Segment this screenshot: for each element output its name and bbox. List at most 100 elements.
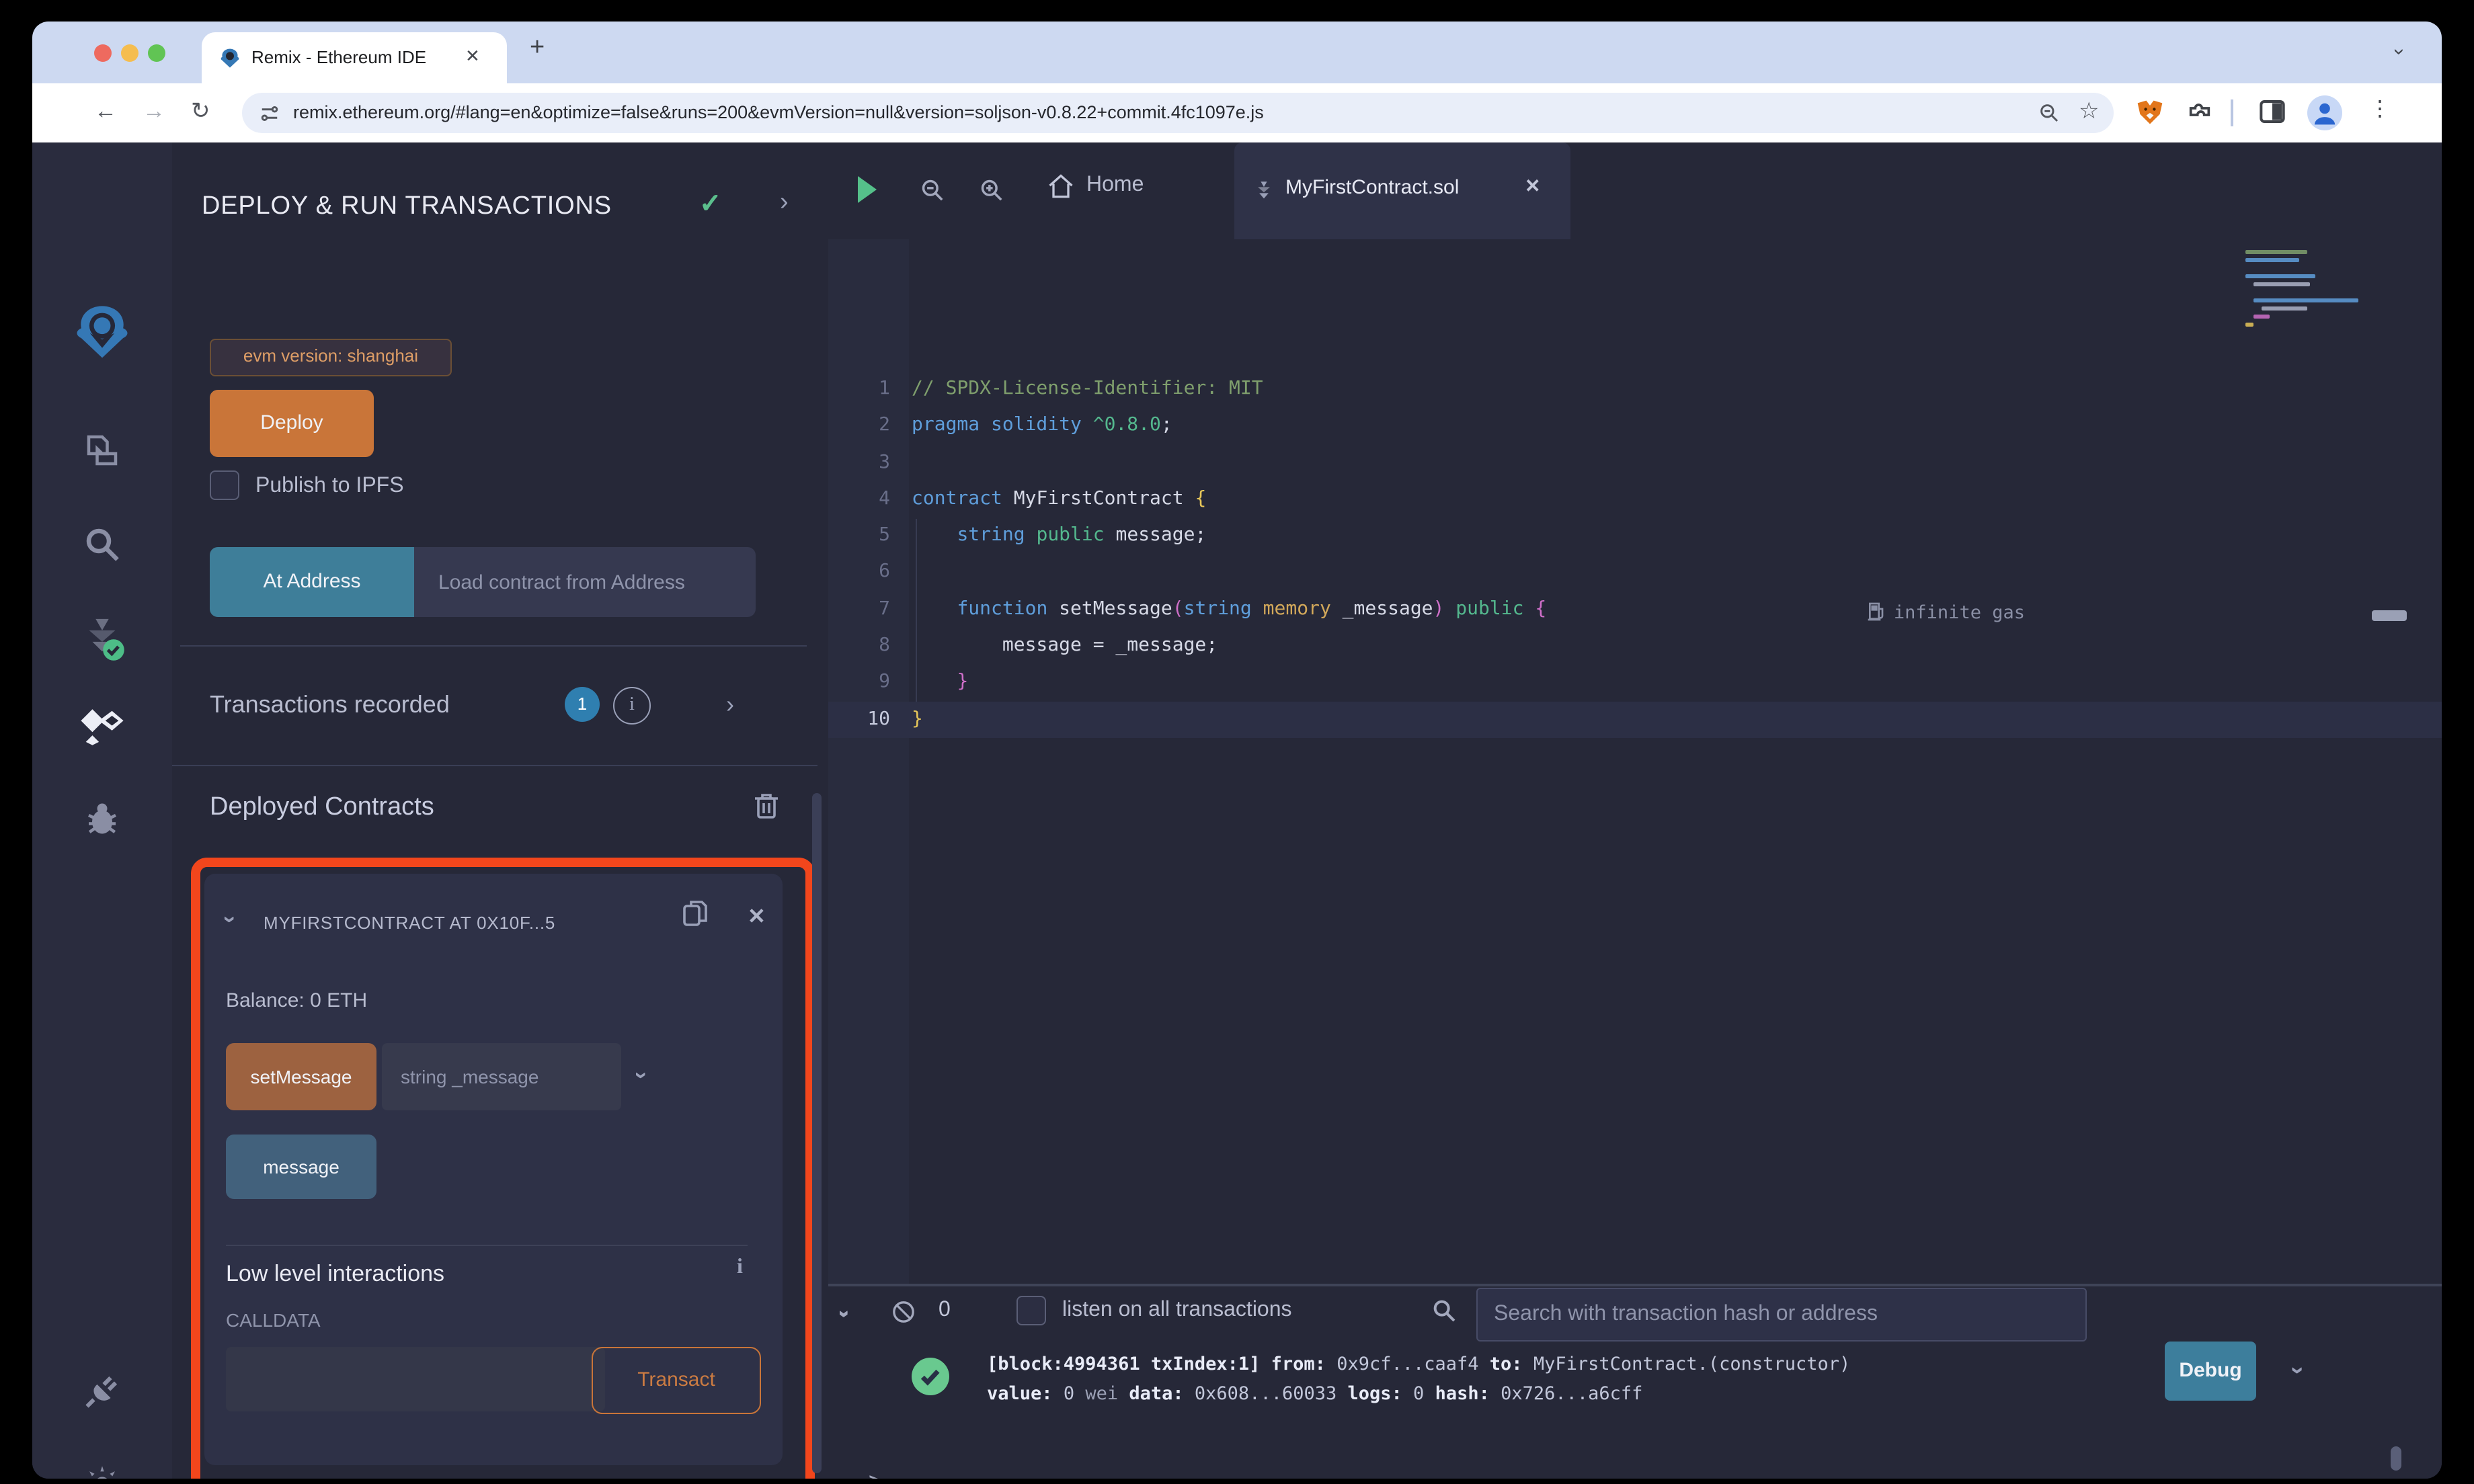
deploy-button[interactable]: Deploy	[210, 390, 374, 457]
set-message-param-input[interactable]	[382, 1043, 621, 1110]
remix-logo-icon[interactable]	[71, 301, 133, 360]
terminal: ›› 0 listen on all transactions [block:4…	[828, 1284, 2442, 1479]
tx-log[interactable]: [block:4994361 txIndex:1] from: 0x9cf...…	[987, 1350, 1850, 1409]
line-number: 2	[879, 414, 890, 436]
gas-annotation-text: infinite gas	[1893, 602, 2025, 624]
terminal-search-icon	[1433, 1300, 1455, 1322]
close-window-button[interactable]	[94, 44, 112, 62]
zoom-icon[interactable]	[2038, 102, 2060, 124]
toolbar-divider	[2231, 99, 2233, 126]
file-explorer-icon[interactable]	[82, 430, 122, 470]
browser-tab[interactable]: Remix - Ethereum IDE ✕	[202, 32, 507, 83]
at-address-button[interactable]: At Address	[210, 547, 414, 617]
extensions-puzzle-icon[interactable]	[2186, 98, 2213, 125]
panel-scrollbar[interactable]	[812, 793, 822, 1473]
settings-gear-icon[interactable]	[81, 1462, 124, 1479]
remove-contract-close-icon[interactable]: ✕	[748, 903, 766, 930]
set-message-function-button[interactable]: setMessage	[226, 1043, 376, 1110]
low-level-info-icon[interactable]: i	[737, 1255, 743, 1280]
forward-icon[interactable]: →	[143, 98, 165, 125]
search-icon[interactable]	[82, 524, 122, 565]
editor-scrollbar-thumb[interactable]	[2372, 610, 2407, 621]
at-address-input[interactable]	[414, 547, 756, 617]
minimize-window-button[interactable]	[121, 44, 138, 62]
file-tab-close-icon[interactable]: ✕	[1525, 175, 1540, 198]
tx-log-line1: [block:4994361 txIndex:1] from: 0x9cf...…	[987, 1354, 1851, 1375]
gas-pump-icon	[1868, 602, 1884, 621]
debugger-icon[interactable]	[82, 798, 122, 839]
code-editor[interactable]: 1 2 3 4 5 6 7 8 9 10 // SPDX-License-Identifier: …	[828, 239, 2442, 1284]
contract-collapse-chevron-icon[interactable]: ›	[216, 915, 243, 923]
expand-params-chevron-icon[interactable]: ›	[628, 1071, 655, 1079]
code-line[interactable]: contract MyFirstContract {	[912, 481, 1546, 518]
code-line[interactable]: // SPDX-License-Identifier: MIT	[912, 371, 1546, 408]
delete-contracts-trash-icon[interactable]	[753, 790, 780, 820]
indent-guide	[916, 519, 917, 702]
back-icon[interactable]: ←	[94, 98, 117, 125]
site-settings-icon[interactable]	[260, 104, 280, 124]
maximize-window-button[interactable]	[148, 44, 165, 62]
terminal-search-input[interactable]	[1476, 1288, 2087, 1342]
transactions-recorded-label: Transactions recorded	[210, 691, 450, 718]
tab-title: Remix - Ethereum IDE	[251, 47, 427, 67]
browser-window: Remix - Ethereum IDE ✕ + › ← → ↻ remix.e…	[32, 22, 2442, 1479]
url-bar[interactable]: remix.ethereum.org/#lang=en&optimize=fal…	[242, 93, 2114, 133]
tab-close-icon[interactable]: ✕	[465, 46, 480, 67]
side-panel-icon[interactable]	[2259, 98, 2286, 125]
profile-avatar[interactable]	[2307, 95, 2342, 130]
home-tab[interactable]: Home	[1046, 161, 1248, 220]
transactions-info-icon[interactable]: i	[613, 687, 651, 725]
code-line[interactable]: }	[912, 665, 1546, 702]
low-level-heading: Low level interactions	[226, 1261, 445, 1286]
contract-title: MYFIRSTCONTRACT AT 0X10F...5	[264, 913, 556, 933]
terminal-prompt[interactable]: >	[869, 1468, 883, 1479]
code-line[interactable]: pragma solidity ^0.8.0;	[912, 408, 1546, 445]
file-tab-label: MyFirstContract.sol	[1285, 176, 1460, 199]
transactions-expand-chevron-icon[interactable]: ›	[726, 691, 734, 719]
code-lines[interactable]: // SPDX-License-Identifier: MIT pragma so…	[912, 371, 1546, 738]
line-number: 10	[867, 708, 890, 730]
code-line[interactable]	[912, 444, 1546, 481]
transact-button[interactable]: Transact	[592, 1347, 761, 1414]
metamask-icon[interactable]	[2135, 98, 2165, 128]
reload-icon[interactable]: ↻	[191, 98, 210, 125]
debug-button[interactable]: Debug	[2165, 1342, 2256, 1401]
tab-search-icon[interactable]: ›	[2388, 48, 2411, 55]
new-tab-button[interactable]: +	[530, 34, 545, 63]
line-number: 4	[879, 487, 890, 509]
code-line[interactable]: message = _message;	[912, 628, 1546, 665]
publish-to-ipfs-label: Publish to IPFS	[255, 475, 404, 497]
remix-icon-sidebar	[32, 142, 173, 1479]
terminal-scrollbar-thumb[interactable]	[2391, 1446, 2401, 1471]
code-line[interactable]: string public message;	[912, 518, 1546, 554]
evm-version-badge: evm version: shanghai	[210, 339, 452, 376]
run-script-play-icon[interactable]	[855, 175, 879, 204]
zoom-in-icon[interactable]	[979, 177, 1004, 203]
deploy-and-run-icon[interactable]	[79, 707, 125, 747]
code-line[interactable]: }	[912, 701, 1546, 738]
gas-annotation: infinite gas	[1866, 594, 2025, 630]
publish-to-ipfs-checkbox[interactable]	[210, 470, 239, 500]
bookmark-star-icon[interactable]: ☆	[2079, 98, 2100, 125]
listen-transactions-checkbox[interactable]	[1016, 1296, 1046, 1325]
browser-menu-kebab-icon[interactable]: ⋮	[2369, 95, 2391, 122]
clear-console-icon[interactable]	[890, 1298, 917, 1325]
line-number: 1	[879, 378, 890, 399]
code-line[interactable]	[912, 554, 1546, 591]
minimap[interactable]	[2245, 242, 2393, 538]
line-number: 3	[879, 451, 890, 473]
zoom-out-icon[interactable]	[920, 177, 945, 203]
plugin-manager-icon[interactable]	[82, 1371, 122, 1411]
code-line[interactable]: function setMessage(string memory _messa…	[912, 591, 1546, 628]
copy-address-icon[interactable]	[680, 898, 710, 930]
line-numbers: 1 2 3 4 5 6 7 8 9 10	[828, 371, 909, 738]
calldata-input[interactable]	[226, 1347, 605, 1411]
browser-toolbar: ← → ↻ remix.ethereum.org/#lang=en&optimi…	[32, 83, 2442, 142]
message-getter-button[interactable]: message	[226, 1135, 376, 1199]
line-number: 5	[879, 524, 890, 546]
remix-app: DEPLOY & RUN TRANSACTIONS ✓ › evm versio…	[32, 142, 2442, 1479]
solidity-compiler-icon[interactable]	[79, 616, 125, 661]
file-tab-active[interactable]: MyFirstContract.sol ✕	[1234, 142, 1570, 239]
log-expand-chevron-icon[interactable]: ›	[2284, 1366, 2312, 1374]
panel-collapse-chevron-icon[interactable]: ›	[780, 188, 789, 218]
